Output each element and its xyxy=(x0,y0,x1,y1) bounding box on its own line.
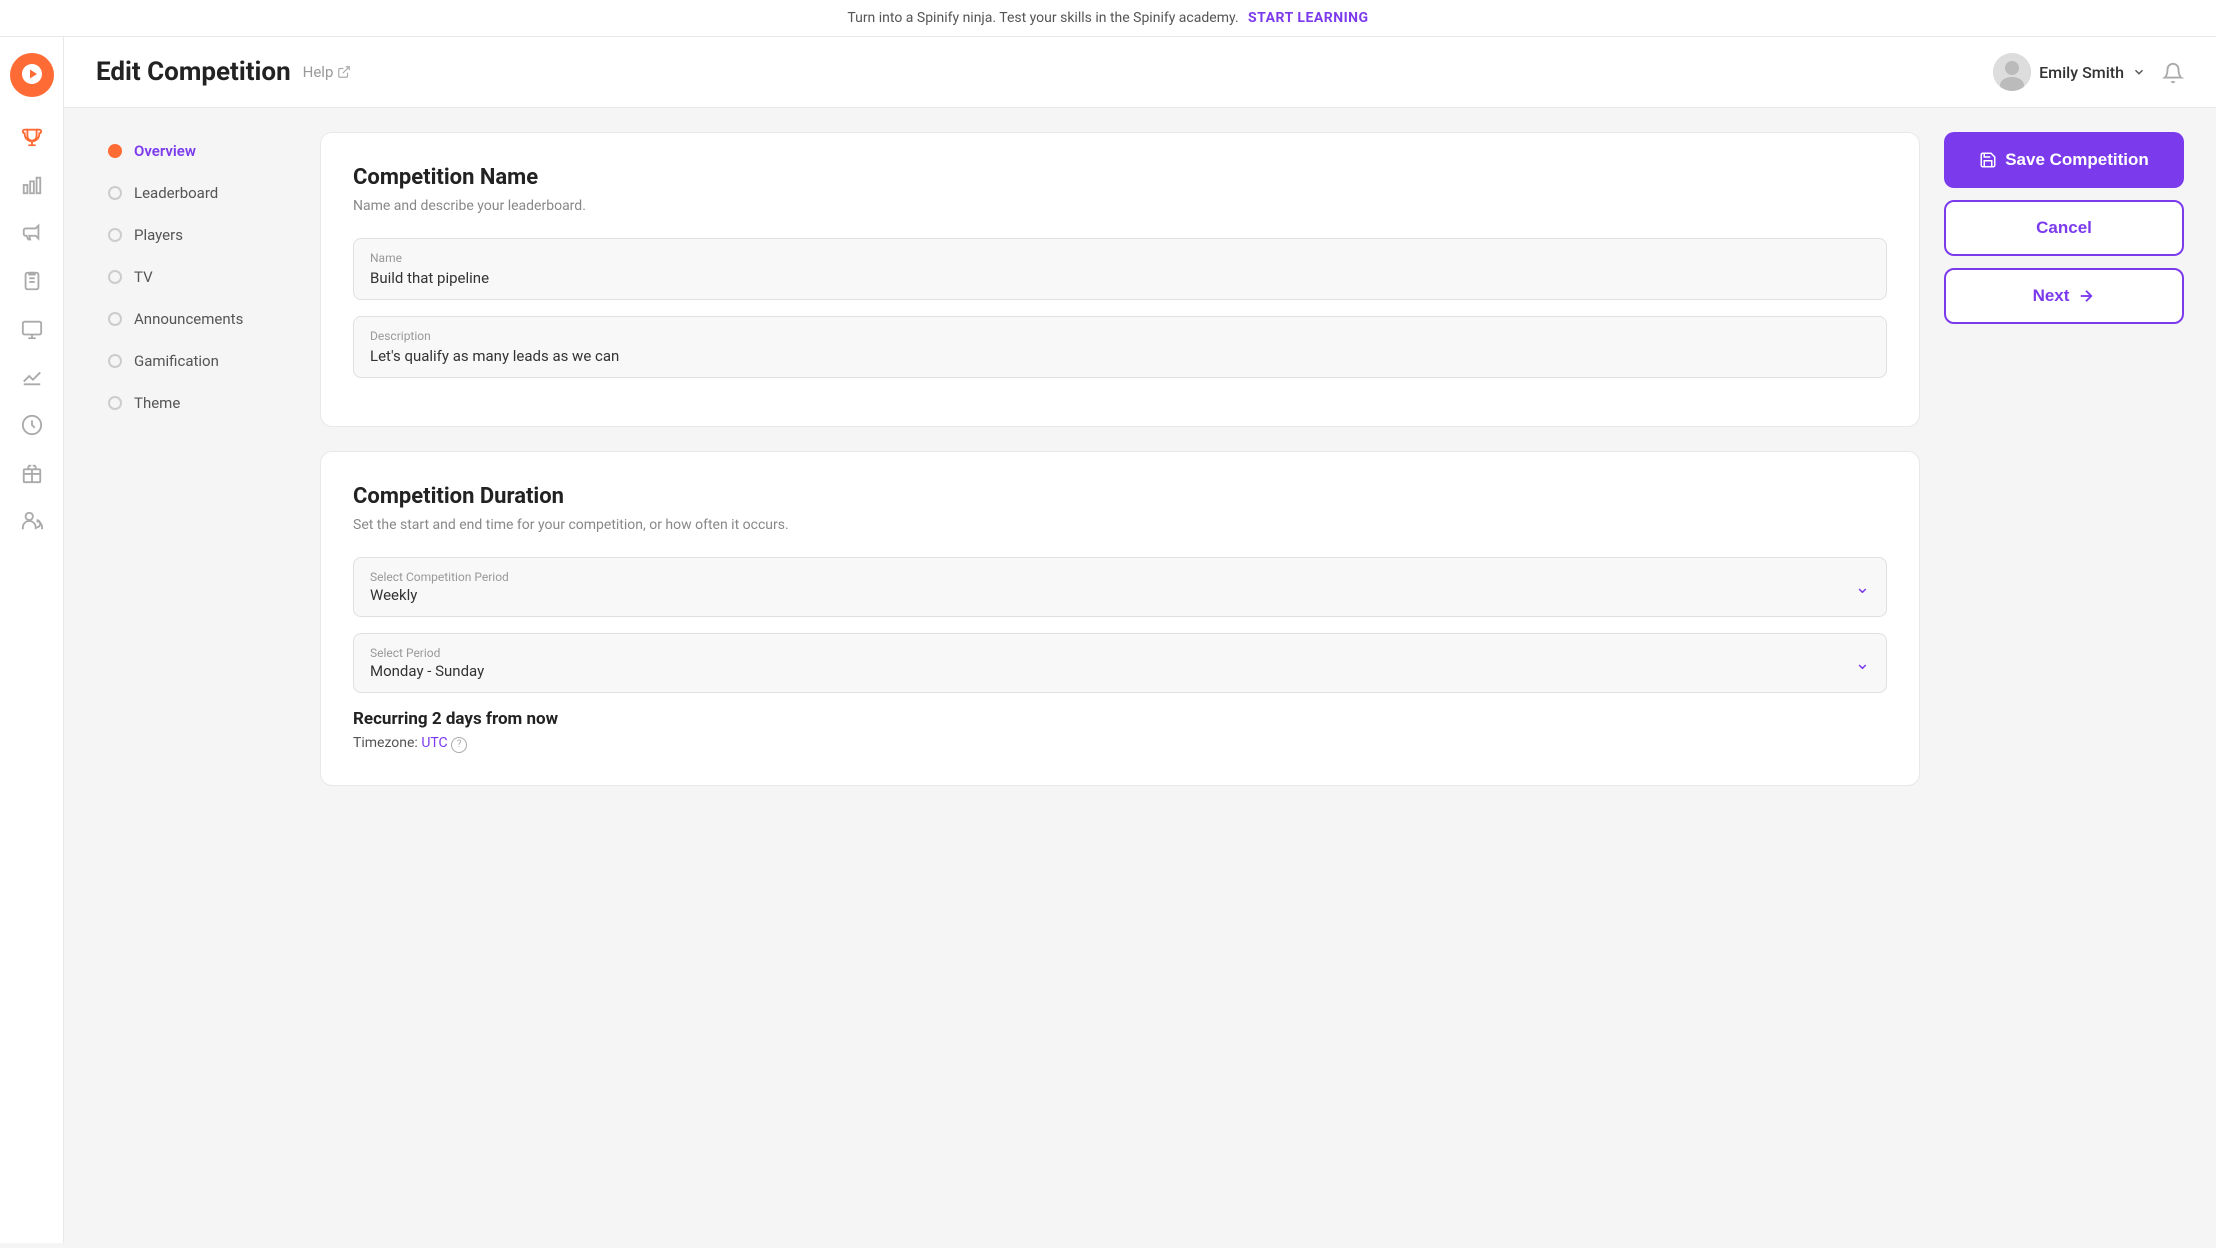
cancel-button[interactable]: Cancel xyxy=(1944,200,2184,256)
period-select-value: Weekly xyxy=(370,586,509,604)
page-title: Edit Competition xyxy=(96,57,291,87)
timezone-label: Timezone: xyxy=(353,735,418,751)
competition-duration-card: Competition Duration Set the start and e… xyxy=(320,451,1920,786)
save-competition-button[interactable]: Save Competition xyxy=(1944,132,2184,188)
app-logo[interactable] xyxy=(10,53,54,97)
nav-label-tv: TV xyxy=(134,268,153,286)
select-period-value: Monday - Sunday xyxy=(370,662,484,680)
nav-dot-theme xyxy=(108,396,122,410)
description-field[interactable]: Description Let's qualify as many leads … xyxy=(353,316,1887,378)
nav-item-announcements[interactable]: Announcements xyxy=(96,300,296,338)
timezone-link[interactable]: UTC xyxy=(421,735,447,751)
nav-label-players: Players xyxy=(134,226,183,244)
name-field[interactable]: Name Build that pipeline xyxy=(353,238,1887,300)
nav-dot-leaderboard xyxy=(108,186,122,200)
sidebar xyxy=(0,37,64,1243)
competition-duration-title: Competition Duration xyxy=(353,484,1887,509)
start-learning-link[interactable]: START LEARNING xyxy=(1248,10,1369,26)
nav-label-overview: Overview xyxy=(134,142,196,160)
select-period-select[interactable]: Select Period Monday - Sunday ⌄ xyxy=(353,633,1887,693)
period-select-label: Select Competition Period xyxy=(370,570,509,584)
competition-name-subtitle: Name and describe your leaderboard. xyxy=(353,198,1887,214)
nav-item-leaderboard[interactable]: Leaderboard xyxy=(96,174,296,212)
sidebar-icon-monitor[interactable] xyxy=(12,309,52,349)
nav-dot-players xyxy=(108,228,122,242)
save-icon xyxy=(1979,151,1997,169)
nav-label-announcements: Announcements xyxy=(134,310,243,328)
nav-item-theme[interactable]: Theme xyxy=(96,384,296,422)
nav-item-overview[interactable]: Overview xyxy=(96,132,296,170)
user-name: Emily Smith xyxy=(2039,63,2124,82)
nav-label-leaderboard: Leaderboard xyxy=(134,184,218,202)
nav-dot-announcements xyxy=(108,312,122,326)
nav-dot-gamification xyxy=(108,354,122,368)
user-menu[interactable]: Emily Smith xyxy=(1993,53,2146,91)
select-period-label: Select Period xyxy=(370,646,484,660)
competition-name-card: Competition Name Name and describe your … xyxy=(320,132,1920,427)
nav-item-players[interactable]: Players xyxy=(96,216,296,254)
period-chevron-icon: ⌄ xyxy=(1855,577,1870,598)
nav-item-tv[interactable]: TV xyxy=(96,258,296,296)
nav-label-theme: Theme xyxy=(134,394,180,412)
nav-item-gamification[interactable]: Gamification xyxy=(96,342,296,380)
description-value[interactable]: Let's qualify as many leads as we can xyxy=(370,347,1870,365)
left-navigation: Overview Leaderboard Players TV Announce… xyxy=(96,132,296,1219)
competition-duration-subtitle: Set the start and end time for your comp… xyxy=(353,517,1887,533)
form-area: Competition Name Name and describe your … xyxy=(320,132,1920,1219)
name-value[interactable]: Build that pipeline xyxy=(370,269,1870,287)
name-label: Name xyxy=(370,251,1870,265)
header: Edit Competition Help xyxy=(64,37,2216,108)
user-chevron-icon xyxy=(2132,65,2146,79)
description-label: Description xyxy=(370,329,1870,343)
competition-name-title: Competition Name xyxy=(353,165,1887,190)
sidebar-icon-users[interactable] xyxy=(12,501,52,541)
recurring-text: Recurring 2 days from now xyxy=(353,709,1887,729)
nav-dot-overview xyxy=(108,144,122,158)
next-button[interactable]: Next xyxy=(1944,268,2184,324)
nav-label-gamification: Gamification xyxy=(134,352,219,370)
help-link[interactable]: Help xyxy=(303,63,352,81)
top-banner: Turn into a Spinify ninja. Test your ski… xyxy=(0,0,2216,37)
sidebar-icon-megaphone[interactable] xyxy=(12,213,52,253)
banner-text: Turn into a Spinify ninja. Test your ski… xyxy=(847,10,1238,26)
sidebar-icon-star[interactable] xyxy=(12,405,52,445)
next-arrow-icon xyxy=(2077,287,2095,305)
nav-dot-tv xyxy=(108,270,122,284)
info-icon[interactable]: ? xyxy=(451,737,467,753)
sidebar-icon-linechart[interactable] xyxy=(12,357,52,397)
sidebar-icon-barchart[interactable] xyxy=(12,165,52,205)
select-period-chevron-icon: ⌄ xyxy=(1855,653,1870,674)
sidebar-icon-clipboard[interactable] xyxy=(12,261,52,301)
avatar xyxy=(1993,53,2031,91)
right-panel: Save Competition Cancel Next xyxy=(1944,132,2184,1219)
competition-period-select[interactable]: Select Competition Period Weekly ⌄ xyxy=(353,557,1887,617)
timezone-row: Timezone: UTC ? xyxy=(353,735,1887,753)
notification-icon[interactable] xyxy=(2162,60,2184,85)
sidebar-icon-gift[interactable] xyxy=(12,453,52,493)
sidebar-icon-trophy[interactable] xyxy=(12,117,52,157)
